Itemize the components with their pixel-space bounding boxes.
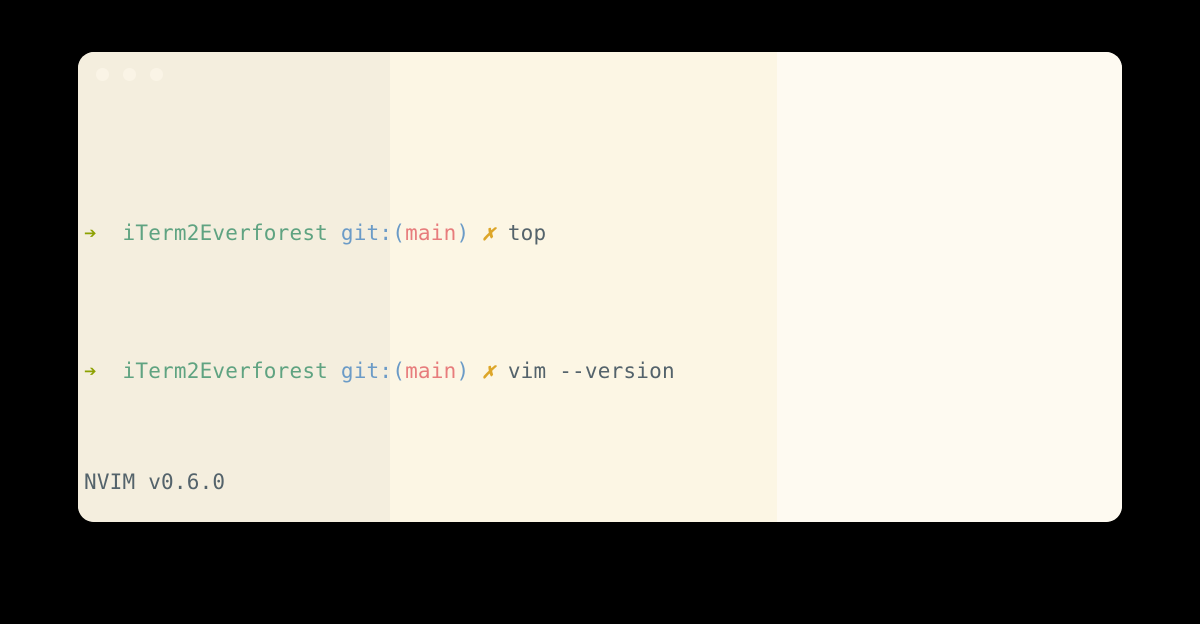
zoom-button-icon[interactable]	[150, 68, 163, 81]
command-text: vim --version	[507, 359, 675, 384]
terminal-output-area[interactable]: ➔ iTerm2Everforest git:(main) ✗ top ➔ iT…	[78, 98, 1122, 522]
terminal-line-nvim-version: NVIM v0.6.0	[78, 469, 1122, 497]
status-cross-icon: ✗	[482, 221, 495, 246]
git-suffix: )	[456, 221, 470, 246]
prompt-path: iTerm2Everforest	[122, 221, 329, 246]
terminal-line-prompt-vim-version: ➔ iTerm2Everforest git:(main) ✗ vim --ve…	[78, 358, 1122, 386]
status-cross-icon: ✗	[482, 359, 495, 384]
git-prefix: git:(	[340, 221, 406, 246]
minimize-button-icon[interactable]	[123, 68, 136, 81]
prompt-path: iTerm2Everforest	[122, 359, 329, 384]
prompt-arrow-icon: ➔	[84, 221, 97, 246]
close-button-icon[interactable]	[96, 68, 109, 81]
git-suffix: )	[456, 359, 470, 384]
git-prefix: git:(	[340, 359, 406, 384]
output-text: NVIM v0.6.0	[84, 469, 226, 494]
terminal-window[interactable]: ➔ iTerm2Everforest git:(main) ✗ top ➔ iT…	[78, 52, 1122, 522]
command-text: top	[507, 221, 547, 246]
terminal-line-prompt-top: ➔ iTerm2Everforest git:(main) ✗ top	[78, 220, 1122, 248]
screen: ➔ iTerm2Everforest git:(main) ✗ top ➔ iT…	[0, 0, 1200, 624]
git-branch-name: main	[405, 221, 457, 246]
prompt-arrow-icon: ➔	[84, 359, 97, 384]
title-bar[interactable]	[78, 52, 1122, 98]
git-branch-name: main	[405, 359, 457, 384]
